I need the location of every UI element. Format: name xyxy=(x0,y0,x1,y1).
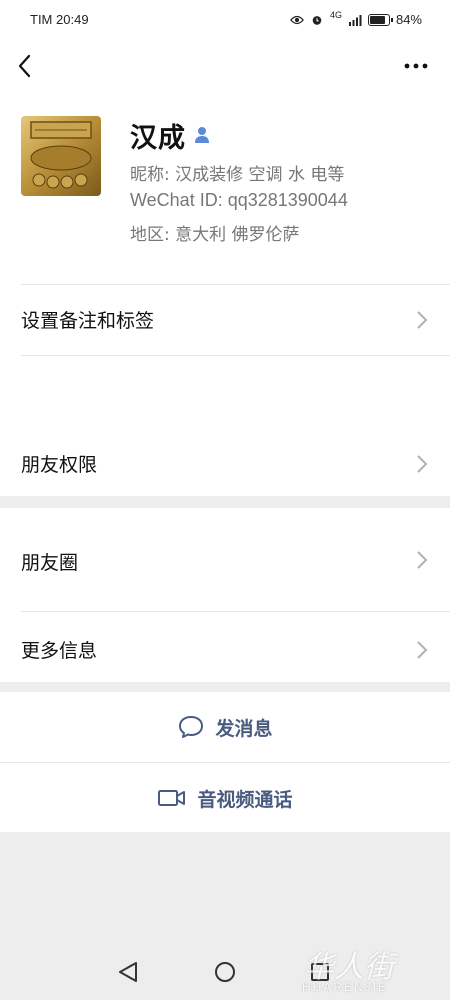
male-icon xyxy=(195,127,209,143)
chevron-right-icon xyxy=(417,551,428,569)
settings-section: 设置备注和标签 朋友权限 xyxy=(0,284,450,496)
row-friend-permissions-label: 朋友权限 xyxy=(21,454,98,476)
nickname-text: 昵称: 汉成装修 空调 水 电等 xyxy=(130,165,345,185)
eye-icon xyxy=(290,15,304,24)
signal-icon xyxy=(348,14,362,26)
back-chevron-icon[interactable] xyxy=(14,52,38,80)
chat-bubble-icon xyxy=(179,716,204,738)
moments-section: 朋友圈 更多信息 xyxy=(0,508,450,682)
more-dots-icon[interactable] xyxy=(402,54,430,78)
status-bar: TIM 20:49 4G 84% xyxy=(0,0,450,42)
watermark: 华人街 HUARENJIE xyxy=(296,940,436,996)
watermark-latin: HUARENJIE xyxy=(302,980,389,994)
row-friend-permissions[interactable]: 朋友权限 xyxy=(0,426,450,496)
battery-icon xyxy=(367,13,393,26)
chevron-right-icon xyxy=(417,455,428,473)
alarm-icon xyxy=(312,15,322,25)
network-label: 4G xyxy=(329,9,342,20)
video-call-button[interactable]: 音视频通话 xyxy=(0,763,450,833)
chevron-right-icon xyxy=(417,311,428,329)
battery-label: 84% xyxy=(395,12,422,27)
status-right: 4G 84% xyxy=(290,9,422,27)
video-camera-icon xyxy=(158,790,186,806)
carrier-label: TIM xyxy=(30,12,53,27)
status-left: TIM 20:49 xyxy=(30,12,89,27)
nav-bar xyxy=(0,42,450,92)
region-text: 地区: 意大利 佛罗伦萨 xyxy=(130,225,300,245)
time-label: 20:49 xyxy=(56,12,89,27)
video-call-label: 音视频通话 xyxy=(197,788,293,811)
actions-section: 发消息 音视频通话 xyxy=(0,692,450,832)
row-remark-tags-label: 设置备注和标签 xyxy=(21,310,155,332)
send-message-button[interactable]: 发消息 xyxy=(0,692,450,762)
divider xyxy=(21,355,450,356)
row-more-info-label: 更多信息 xyxy=(21,640,98,662)
profile-card: 汉成 昵称: 汉成装修 空调 水 电等 WeChat ID: qq3281390… xyxy=(0,92,450,284)
nav-home-icon[interactable] xyxy=(205,952,245,992)
contact-name: 汉成 xyxy=(130,123,186,154)
avatar-image xyxy=(21,116,101,196)
chevron-right-icon xyxy=(417,641,428,659)
send-message-label: 发消息 xyxy=(215,717,273,740)
row-moments[interactable]: 朋友圈 xyxy=(0,508,450,611)
wechat-id-text: WeChat ID: qq3281390044 xyxy=(130,190,348,210)
nav-back-icon[interactable] xyxy=(108,952,148,992)
avatar[interactable] xyxy=(21,116,101,196)
row-remark-tags[interactable]: 设置备注和标签 xyxy=(0,284,450,354)
row-more-info[interactable]: 更多信息 xyxy=(0,612,450,682)
row-moments-label: 朋友圈 xyxy=(21,552,79,574)
